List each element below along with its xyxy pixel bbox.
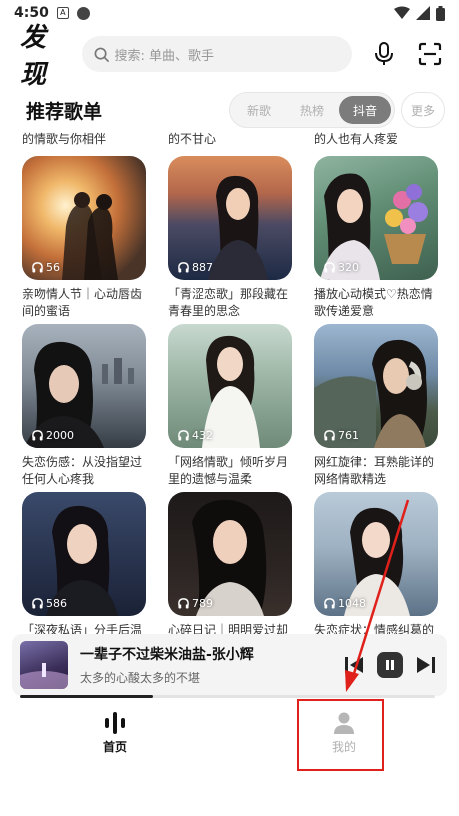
playlist-tabs: 新歌 热榜 抖音 [229,92,395,128]
play-count: 432 [178,429,213,442]
record-dot-icon [76,6,90,20]
playlist-title: 失恋伤感：从没指望过任何人心疼我 [22,455,143,486]
page-logo-title: 发现 [20,23,46,90]
nav-label-home: 首页 [102,740,127,754]
playlist-cover: 761 [314,324,438,448]
playlist-cover: 586 [22,492,146,616]
playlist-cover: 789 [168,492,292,616]
play-count: 789 [178,597,213,610]
signal-icon [416,6,430,20]
playlist-card[interactable]: 887 「青涩恋歌」那段藏在青春里的思念 [168,156,292,320]
top-header: 发现 搜索: 单曲、歌手 [0,23,459,90]
search-icon [94,47,109,62]
playlist-cover: 2000 [22,324,146,448]
wifi-icon [394,6,410,19]
previous-row-titles: 的情歌与你相伴 的不甘心 的人也有人疼爱 [0,130,459,150]
playlist-title: 心碎日记｜明明爱过却不能拥有 [168,623,289,634]
search-placeholder: 搜索: 单曲、歌手 [114,48,215,64]
headphones-icon [32,430,43,441]
play-count: 320 [324,261,359,274]
skip-previous-icon [345,657,363,673]
playlist-card[interactable]: 761 网红旋律：耳熟能详的网络情歌精选 [314,324,438,488]
headphones-icon [32,598,43,609]
playlist-card[interactable]: 320 播放心动模式♡热恋情歌传递爱意 [314,156,438,320]
previous-playlist-title[interactable]: 的不甘心 [168,130,216,147]
playlist-title: 网红旋律：耳熟能详的网络情歌精选 [314,455,435,486]
nav-item-home[interactable]: 首页 [75,712,155,755]
bottom-navigation: 首页 我的 [0,702,459,772]
section-title: 推荐歌单 [26,100,103,123]
tab-new-songs[interactable]: 新歌 [233,96,285,124]
playlist-grid: 的情歌与你相伴 的不甘心 的人也有人疼爱 56 亲吻情人节｜心动唇齿间的蜜语 8… [0,126,459,634]
headphones-icon [178,262,189,273]
headphones-icon [324,430,335,441]
previous-button[interactable] [341,652,367,678]
headphones-icon [178,598,189,609]
annotation-highlight-box [297,699,384,771]
playlist-cover: 1048 [314,492,438,616]
current-lyric: 太多的心酸太多的不堪 [80,671,201,685]
more-button[interactable]: 更多 [401,92,445,128]
playlist-title: 「深夜私语」分手后温柔的告别 [22,623,143,634]
playlist-card[interactable]: 1048 失恋症状：情感纠葛的歌单 [314,492,438,634]
equalizer-home-icon [105,712,125,734]
search-input[interactable]: 搜索: 单曲、歌手 [81,36,352,72]
voice-search-button[interactable] [372,41,398,67]
next-button[interactable] [413,652,439,678]
scan-button[interactable] [417,41,443,67]
headphones-icon [324,598,335,609]
previous-playlist-title[interactable]: 的情歌与你相伴 [22,130,106,147]
playlist-card[interactable]: 2000 失恋伤感：从没指望过任何人心疼我 [22,324,146,488]
tab-hot-chart[interactable]: 热榜 [286,96,338,124]
playlist-card[interactable]: 789 心碎日记｜明明爱过却不能拥有 [168,492,292,634]
headphones-icon [324,262,335,273]
pause-icon [386,660,394,670]
playlist-cover: 887 [168,156,292,280]
play-count: 2000 [32,429,74,442]
playback-progress-fill [20,695,153,698]
pause-button[interactable] [377,652,403,678]
tab-douyin[interactable]: 抖音 [339,96,391,124]
play-count: 1048 [324,597,366,610]
play-count: 586 [32,597,67,610]
play-count: 887 [178,261,213,274]
playlist-card[interactable]: 56 亲吻情人节｜心动唇齿间的蜜语 [22,156,146,320]
headphones-icon [178,430,189,441]
album-art-image [20,663,68,689]
skip-next-icon [417,657,435,673]
battery-icon [436,5,445,21]
microphone-icon [375,42,394,65]
playback-progress-bar[interactable] [20,695,435,698]
scan-icon [419,42,442,66]
playlist-title: 失恋症状：情感纠葛的歌单 [314,623,435,634]
playlist-title: 播放心动模式♡热恋情歌传递爱意 [314,287,433,318]
playlist-card[interactable]: 432 「网络情歌」倾听岁月里的遗憾与温柔 [168,324,292,488]
previous-playlist-title[interactable]: 的人也有人疼爱 [314,130,398,147]
song-title: 一辈子不过柴米油盐-张小辉 [80,647,254,663]
playlist-title: 亲吻情人节｜心动唇齿间的蜜语 [22,287,143,318]
playlist-cover: 432 [168,324,292,448]
playlist-title: 「网络情歌」倾听岁月里的遗憾与温柔 [168,455,289,486]
headphones-icon [32,262,43,273]
now-playing-cover [20,641,68,689]
play-count: 761 [324,429,359,442]
playback-controls [341,652,439,678]
recommended-playlists-header: 推荐歌单 新歌 热榜 抖音 更多 [0,90,459,130]
playlist-title: 「青涩恋歌」那段藏在青春里的思念 [168,287,289,318]
mini-player[interactable]: 一辈子不过柴米油盐-张小辉 太多的心酸太多的不堪 [12,634,447,696]
playlist-card[interactable]: 586 「深夜私语」分手后温柔的告别 [22,492,146,634]
play-count: 56 [32,261,60,274]
playlist-cover: 56 [22,156,146,280]
now-playing-info: 一辈子不过柴米油盐-张小辉 太多的心酸太多的不堪 [80,644,330,686]
playlist-cover: 320 [314,156,438,280]
